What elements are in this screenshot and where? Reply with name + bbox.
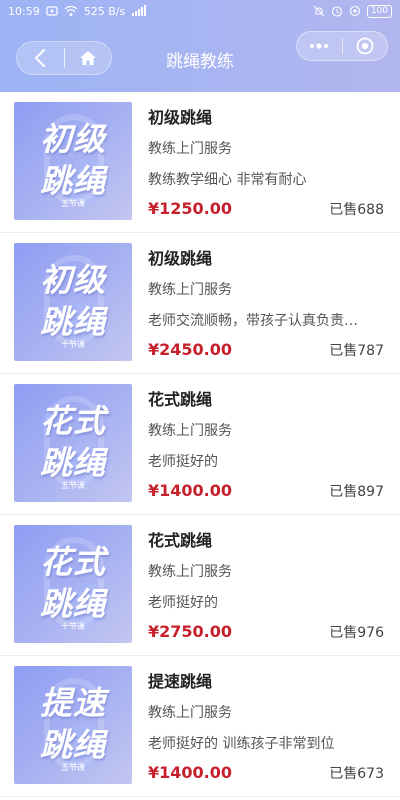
product-title: 初级跳绳 [148, 108, 213, 127]
network-speed: 525 B/s [83, 4, 126, 18]
thumbnail-lesson-count: 十节课 [61, 622, 85, 631]
product-price: ¥2750.00 [148, 622, 233, 641]
product-item[interactable]: 花式 跳绳 五节课 花式跳绳 教练上门服务 老师挺好的 ¥1400.00 已售8… [0, 374, 400, 515]
product-price: ¥1400.00 [148, 481, 233, 500]
navbar: 跳绳教练 [0, 30, 400, 86]
thumbnail-text-line2: 跳绳 [39, 444, 106, 482]
product-sold-count: 已售688 [329, 202, 384, 218]
product-item[interactable]: 初级 跳绳 十节课 初级跳绳 教练上门服务 老师交流顺畅，带孩子认真负责… ¥2… [0, 233, 400, 374]
more-dots-icon [310, 43, 329, 49]
thumbnail-text-line2: 跳绳 [39, 726, 106, 764]
target-icon [356, 37, 374, 55]
product-thumbnail: 初级 跳绳 五节课 [14, 102, 132, 220]
product-description: 老师挺好的 训练孩子非常到位 [148, 736, 335, 752]
product-price: ¥1400.00 [148, 763, 233, 782]
product-description: 老师挺好的 [148, 454, 218, 470]
product-service: 教练上门服务 [148, 705, 232, 721]
product-description: 老师挺好的 [148, 595, 218, 611]
product-service: 教练上门服务 [148, 141, 232, 157]
product-thumbnail: 花式 跳绳 五节课 [14, 384, 132, 502]
battery-indicator: 100 [366, 4, 392, 18]
product-thumbnail: 花式 跳绳 十节课 [14, 525, 132, 643]
thumbnail-text-line2: 跳绳 [39, 162, 106, 200]
product-sold-count: 已售976 [329, 625, 384, 641]
product-title: 花式跳绳 [148, 531, 213, 550]
thumbnail-text-line2: 跳绳 [39, 585, 106, 623]
thumbnail-text-line1: 初级 [39, 120, 106, 158]
thumbnail-lesson-count: 五节课 [61, 481, 85, 490]
thumbnail-lesson-count: 五节课 [61, 763, 85, 772]
thumbnail-text-line1: 花式 [39, 402, 106, 440]
product-thumbnail: 初级 跳绳 十节课 [14, 243, 132, 361]
mute-icon [313, 4, 325, 18]
header: 10:59 525 B/s 100 跳绳教练 [0, 0, 400, 92]
thumbnail-text-line2: 跳绳 [39, 303, 106, 341]
status-bar: 10:59 525 B/s 100 [0, 0, 400, 22]
thumbnail-lesson-count: 五节课 [61, 199, 85, 208]
product-price: ¥2450.00 [148, 340, 233, 359]
nav-capsule-right [296, 31, 388, 61]
product-title: 初级跳绳 [148, 249, 213, 268]
status-time: 10:59 [8, 4, 40, 18]
product-item[interactable]: 提速 跳绳 五节课 提速跳绳 教练上门服务 老师挺好的 训练孩子非常到位 ¥14… [0, 656, 400, 797]
product-sold-count: 已售897 [329, 484, 384, 500]
product-sold-count: 已售787 [329, 343, 384, 359]
product-description: 老师交流顺畅，带孩子认真负责… [148, 313, 358, 329]
product-service: 教练上门服务 [148, 282, 232, 298]
product-price: ¥1250.00 [148, 199, 233, 218]
product-title: 提速跳绳 [148, 672, 213, 691]
wifi-icon [64, 4, 78, 18]
close-miniprogram-button[interactable] [342, 31, 387, 61]
product-list: 初级 跳绳 五节课 初级跳绳 教练上门服务 教练教学细心 非常有耐心 ¥1250… [0, 92, 400, 797]
product-description: 教练教学细心 非常有耐心 [148, 172, 307, 188]
thumbnail-text-line1: 花式 [39, 543, 106, 581]
alarm-icon [331, 4, 343, 18]
thumbnail-lesson-count: 十节课 [61, 340, 85, 349]
product-title: 花式跳绳 [148, 390, 213, 409]
product-sold-count: 已售673 [329, 766, 384, 782]
more-button[interactable] [297, 31, 342, 61]
thumbnail-text-line1: 提速 [39, 684, 106, 722]
product-service: 教练上门服务 [148, 423, 232, 439]
product-item[interactable]: 花式 跳绳 十节课 花式跳绳 教练上门服务 老师挺好的 ¥2750.00 已售9… [0, 515, 400, 656]
thumbnail-text-line1: 初级 [39, 261, 106, 299]
location-icon [349, 4, 361, 18]
product-item[interactable]: 初级 跳绳 五节课 初级跳绳 教练上门服务 教练教学细心 非常有耐心 ¥1250… [0, 92, 400, 233]
product-service: 教练上门服务 [148, 564, 232, 580]
notification-icon [46, 4, 58, 18]
product-thumbnail: 提速 跳绳 五节课 [14, 666, 132, 784]
signal-icon [131, 4, 149, 18]
